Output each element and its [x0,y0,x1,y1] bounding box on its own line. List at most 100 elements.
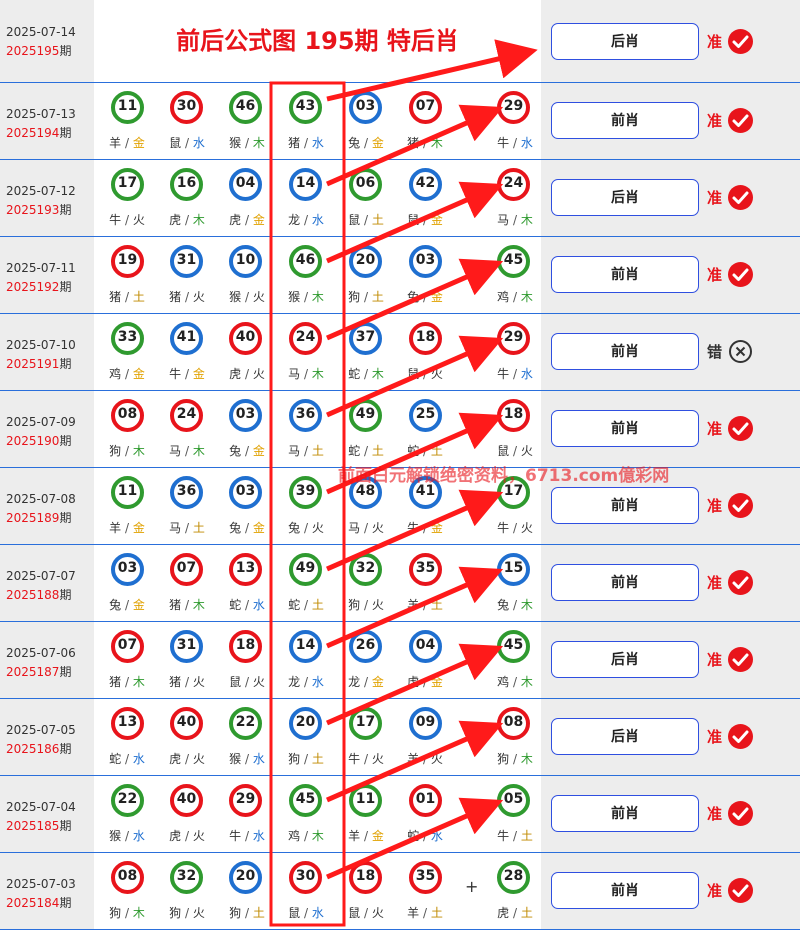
zodiac-label: 猴 / 水 [224,750,270,767]
number-ball: 31 [170,245,203,278]
zodiac-label: 狗 / 土 [283,750,329,767]
number-ball: 29 [229,784,262,817]
zodiac-label: 兔 / 金 [402,288,448,305]
zodiac-animal: 狗 [109,444,122,458]
draw-date: 2025-07-08 [6,492,76,506]
ball-number: 08 [117,868,138,884]
predict-button[interactable]: 后肖 [551,179,699,216]
zodiac-element: 火 [192,752,205,766]
status-text: 准 [707,805,723,823]
zodiac-animal: 蛇 [348,444,361,458]
separator: / [241,367,253,381]
issue-number: 2025195期 [6,42,71,59]
predict-button[interactable]: 前肖 [551,564,699,601]
zodiac-animal: 虎 [169,213,182,227]
ball-number: 14 [295,637,316,653]
zodiac-element: 木 [520,598,533,612]
prediction-cell: 前肖准 [541,391,800,467]
predict-button[interactable]: 前肖 [551,795,699,832]
separator: / [300,444,312,458]
zodiac-animal: 猪 [109,675,122,689]
zodiac-animal: 虎 [229,367,242,381]
separator: / [241,444,253,458]
zodiac-label: 猴 / 木 [224,134,270,151]
zodiac-label: 猪 / 火 [164,673,210,690]
plus-sign: + [465,646,479,665]
issue-suffix: 期 [59,434,72,448]
predict-button[interactable]: 后肖 [551,23,699,60]
number-ball: 04 [229,168,262,201]
number-ball: 37 [349,322,382,355]
draw-date: 2025-07-11 [6,261,76,275]
separator: / [121,829,133,843]
zodiac-element: 木 [520,675,533,689]
ball-number: 25 [415,406,436,422]
ball-number: 03 [235,406,256,422]
predict-button[interactable]: 前肖 [551,487,699,524]
zodiac-element: 土 [371,213,384,227]
prediction-cell: 前肖准 [541,237,800,313]
number-ball: 26 [349,630,382,663]
predict-button[interactable]: 前肖 [551,256,699,293]
zodiac-animal: 兔 [288,521,301,535]
zodiac-animal: 虎 [169,752,182,766]
separator: / [509,675,521,689]
predict-button[interactable]: 后肖 [551,641,699,678]
plus-sign: + [465,723,479,742]
number-ball: 33 [111,322,144,355]
number-ball: 40 [170,784,203,817]
number-ball: 19 [111,245,144,278]
number-ball: 10 [229,245,262,278]
zodiac-element: 木 [430,136,443,150]
zodiac-animal: 鼠 [407,367,420,381]
zodiac-animal: 兔 [229,521,242,535]
check-icon [728,878,753,903]
date-cell: 2025-07-07 2025188期 [0,545,94,621]
zodiac-label: 鸡 / 金 [104,365,150,382]
number-ball: 13 [229,553,262,586]
date-cell: 2025-07-10 2025191期 [0,314,94,390]
zodiac-element: 水 [311,906,324,920]
zodiac-label: 龙 / 水 [283,211,329,228]
check-icon [728,29,753,54]
zodiac-animal: 龙 [348,675,361,689]
predict-button[interactable]: 后肖 [551,718,699,755]
predict-button[interactable]: 前肖 [551,410,699,447]
ball-number: 30 [295,868,316,884]
ball-number: 40 [176,714,197,730]
zodiac-element: 木 [192,598,205,612]
separator: / [360,829,372,843]
zodiac-element: 火 [252,367,265,381]
zodiac-label: 兔 / 金 [343,134,389,151]
check-icon [728,724,753,749]
check-icon [728,185,753,210]
zodiac-animal: 兔 [407,290,420,304]
ball-number: 04 [235,175,256,191]
ball-number: 24 [295,329,316,345]
history-row: 2025-07-07 2025188期 03 兔 / 金 07 猪 / 木 13 蛇 / 水 4… [0,545,800,622]
ball-number: 35 [415,560,436,576]
zodiac-animal: 狗 [109,906,122,920]
zodiac-animal: 牛 [407,521,420,535]
predict-button[interactable]: 前肖 [551,333,699,370]
predict-button[interactable]: 前肖 [551,872,699,909]
number-ball: 41 [170,322,203,355]
predict-button[interactable]: 前肖 [551,102,699,139]
number-ball: 11 [111,476,144,509]
separator: / [181,213,193,227]
number-ball: 32 [349,553,382,586]
separator: / [121,521,133,535]
zodiac-animal: 蛇 [288,598,301,612]
separator: / [181,444,193,458]
zodiac-label: 兔 / 金 [104,596,150,613]
separator: / [300,906,312,920]
ball-number: 07 [176,560,197,576]
zodiac-animal: 猪 [407,136,420,150]
zodiac-animal: 牛 [497,136,510,150]
zodiac-label: 鼠 / 金 [402,211,448,228]
ball-number: 29 [503,329,524,345]
history-row: 2025-07-12 2025193期 17 牛 / 火 16 虎 / 木 04 虎 / 金 1… [0,160,800,237]
ball-number: 06 [355,175,376,191]
separator: / [360,675,372,689]
zodiac-label: 猪 / 水 [283,134,329,151]
